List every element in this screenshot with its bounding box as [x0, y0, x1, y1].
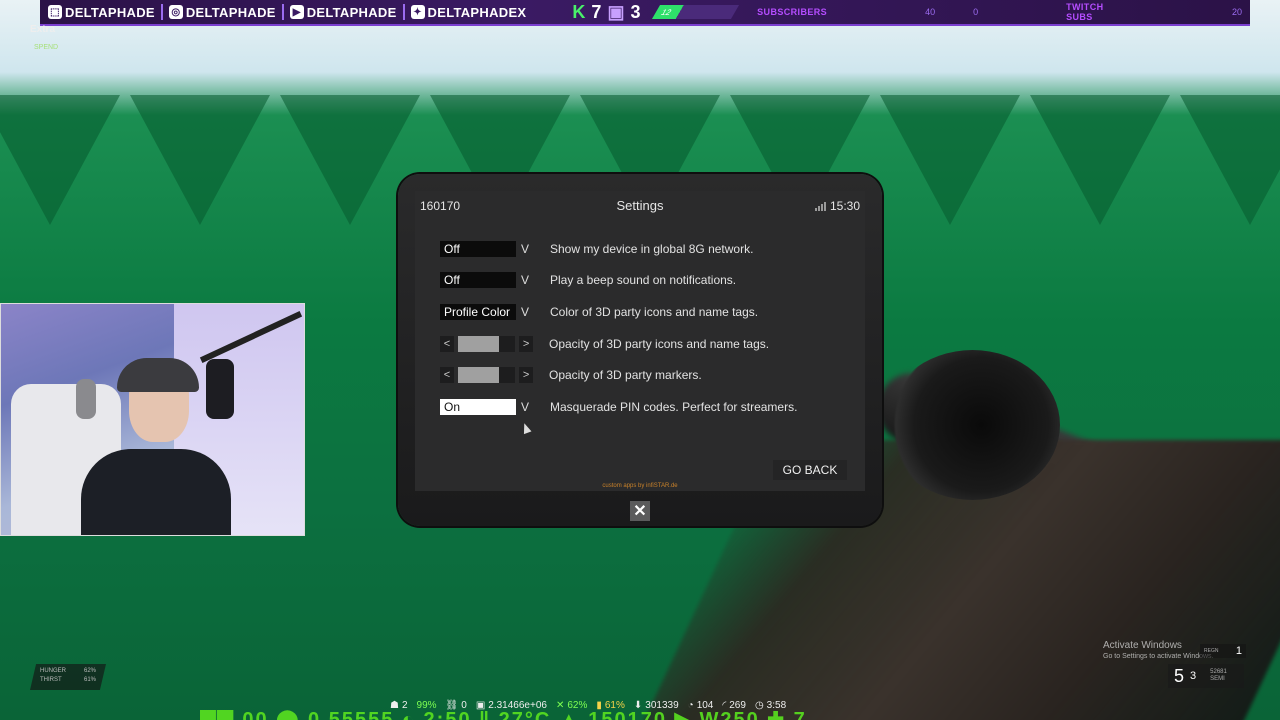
chevron-down-icon[interactable]: V	[517, 273, 533, 287]
decrease-button[interactable]: <	[440, 336, 454, 352]
twitch-icon: ⬚	[48, 5, 62, 19]
slider-track[interactable]	[457, 367, 516, 383]
corner-label: Extra	[30, 24, 56, 35]
vitals-panel: HUNGER 62% THIRST 61%	[30, 664, 106, 690]
page-title: Settings	[616, 198, 664, 213]
clock: 15:30	[829, 199, 860, 213]
close-button[interactable]: ✕	[630, 501, 650, 521]
setting-row-icon-opacity: < > Opacity of 3D party icons and name t…	[440, 335, 769, 353]
hunger-value: 62%	[83, 668, 96, 674]
increase-button[interactable]: >	[519, 336, 534, 352]
setting-description: Color of 3D party icons and name tags.	[550, 305, 759, 319]
divider	[281, 4, 284, 20]
wall-pattern	[1030, 95, 1170, 225]
setting-description: Masquerade PIN codes. Perfect for stream…	[550, 400, 798, 414]
subscribers-label: SUBSCRIBERS	[757, 7, 828, 17]
ammo-big: 5	[1174, 665, 1185, 686]
setting-description: Show my device in global 8G network.	[550, 242, 754, 256]
status-right: 15:30	[814, 199, 860, 213]
chat-count: 3	[630, 1, 641, 22]
icon-opacity-slider[interactable]: < >	[440, 336, 534, 352]
fire-mode-line2: SEMI	[1210, 676, 1225, 682]
setting-row-beep-sound: Off V Play a beep sound on notifications…	[440, 271, 736, 289]
wall-pattern	[0, 95, 120, 225]
headset	[76, 379, 96, 419]
setting-description: Opacity of 3D party icons and name tags.	[549, 337, 770, 351]
setting-row-global-network: Off V Show my device in global 8G networ…	[440, 240, 753, 258]
tablet-screen: 160170 Settings 15:30 Off V Show my devi…	[415, 191, 865, 491]
twitter-icon: ✦	[410, 5, 425, 19]
wall-pattern	[130, 95, 270, 225]
chevron-down-icon[interactable]: V	[517, 400, 533, 414]
fire-mode: 52681 SEMI	[1210, 669, 1227, 683]
chevron-down-icon[interactable]: V	[517, 242, 533, 256]
rifle-scope	[885, 350, 1060, 500]
thirst-value: 61%	[83, 677, 96, 683]
corner-sublabel: SPEND	[34, 44, 59, 51]
thirst-label: THIRST	[40, 677, 62, 683]
social-twitter: ✦ DELTAPHADEX	[410, 4, 527, 20]
streamer	[81, 358, 231, 535]
region-value: 1	[1235, 645, 1242, 657]
instagram-icon: ◎	[168, 5, 183, 19]
kick-count: 7	[591, 1, 602, 22]
marker-opacity-slider[interactable]: < >	[440, 367, 534, 383]
streamer-cap	[117, 358, 199, 392]
streamer-torso	[81, 449, 231, 535]
slider-track[interactable]	[457, 336, 516, 352]
ammo-box: 5 3 52681 SEMI	[1168, 664, 1244, 688]
divider	[160, 4, 163, 20]
twitch-subs-value: 20	[1232, 7, 1243, 17]
beep-sound-dropdown[interactable]: Off	[440, 272, 516, 288]
setting-description: Opacity of 3D party markers.	[549, 368, 702, 382]
bottom-hud-strip: ▇▇ 00 ⬤ 0 55555 ◐ 2:50 ‖ 27°C ▲ 150170 ▶…	[200, 709, 807, 720]
hunger-label: HUNGER	[40, 668, 67, 674]
app-credit: custom apps by infiSTAR.de	[602, 483, 678, 489]
slider-fill	[457, 367, 500, 383]
setting-row-marker-opacity: < > Opacity of 3D party markers.	[440, 366, 702, 384]
divider	[402, 4, 405, 20]
global-network-dropdown[interactable]: Off	[440, 241, 516, 257]
social-handle: DELTAPHADE	[65, 4, 155, 20]
decrease-button[interactable]: <	[440, 367, 454, 383]
windows-activation-watermark: Activate Windows Go to Settings to activ…	[1103, 640, 1214, 662]
setting-description: Play a beep sound on notifications.	[550, 273, 737, 287]
increase-button[interactable]: >	[519, 367, 534, 383]
subs-value-b: 0	[973, 7, 979, 17]
icon-color-dropdown[interactable]: Profile Color	[440, 304, 516, 320]
activate-title: Activate Windows	[1103, 640, 1182, 651]
social-instagram: ◎ DELTAPHADE	[168, 4, 276, 20]
kick-icon: K	[572, 1, 586, 22]
social-youtube: ▶ DELTAPHADE	[289, 4, 397, 20]
social-handle: DELTAPHADEX	[427, 4, 527, 20]
goal-progress-bar: 12	[652, 5, 740, 19]
wall-pattern	[880, 95, 1020, 225]
wall-pattern	[1180, 95, 1280, 225]
stream-overlay-bar: ⬚ DELTAPHADE ◎ DELTAPHADE ▶ DELTAPHADE ✦…	[40, 0, 1250, 26]
setting-row-icon-color: Profile Color V Color of 3D party icons …	[440, 303, 758, 321]
activate-subtitle: Go to Settings to activate Windows.	[1103, 653, 1214, 660]
fire-mode-line1: 52681	[1210, 669, 1227, 675]
ammo-small: 3	[1190, 670, 1197, 682]
status-bar: 160170 Settings 15:30	[415, 191, 865, 221]
tablet-device: 160170 Settings 15:30 Off V Show my devi…	[398, 174, 882, 526]
social-handle: DELTAPHADE	[185, 4, 276, 20]
region-label: REGN	[1204, 648, 1219, 654]
setting-row-masquerade-pin: On V Masquerade PIN codes. Perfect for s…	[440, 398, 797, 416]
webcam-feed	[0, 303, 305, 536]
signal-icon	[814, 201, 826, 211]
region-box: REGN 1	[1200, 644, 1246, 658]
twitch-subs-label: TWITCH SUBS	[1066, 2, 1104, 22]
chevron-down-icon[interactable]: V	[517, 305, 533, 319]
slider-fill	[457, 336, 500, 352]
social-handle: DELTAPHADE	[306, 4, 397, 20]
masquerade-pin-dropdown[interactable]: On	[440, 399, 516, 415]
subscriber-goals: 12 SUBSCRIBERS 40 0 TWITCH SUBS 20	[652, 2, 1243, 22]
go-back-button[interactable]: GO BACK	[773, 460, 847, 480]
subs-value-a: 40	[925, 7, 936, 17]
youtube-icon: ▶	[289, 5, 304, 19]
social-twitch: ⬚ DELTAPHADE	[48, 5, 155, 20]
chat-icon: ▣	[607, 1, 625, 22]
